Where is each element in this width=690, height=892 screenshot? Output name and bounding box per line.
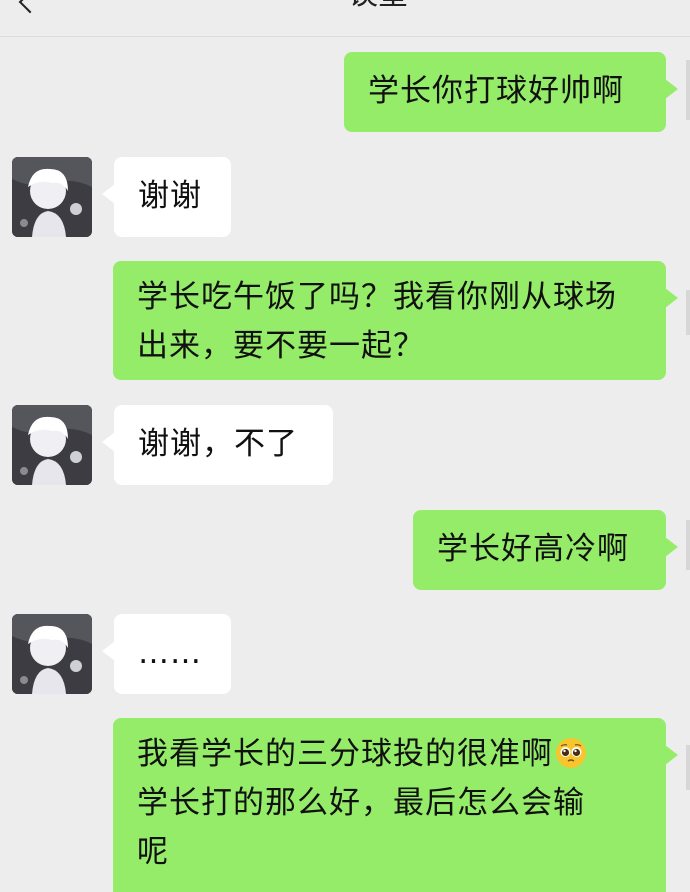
message-text: 谢谢 bbox=[138, 178, 202, 214]
message-bubble-received[interactable]: 谢谢 bbox=[102, 157, 231, 237]
scroll-edge-marker bbox=[686, 60, 690, 120]
message-text-line: 我看学长的三分球投的很准啊 bbox=[137, 730, 642, 779]
message-text: 出来，要不要一起？ bbox=[137, 328, 425, 364]
message-bubble-sent[interactable]: 学长好高冷啊 bbox=[413, 510, 678, 590]
message-bubble-received[interactable]: …… bbox=[102, 614, 231, 694]
message-text: 学长好高冷啊 bbox=[437, 531, 629, 567]
message-text: 呢 bbox=[137, 834, 169, 870]
contact-avatar[interactable] bbox=[12, 614, 92, 694]
contact-avatar[interactable] bbox=[12, 157, 92, 237]
message-bubble-sent[interactable]: 学长吃午饭了吗？我看你刚从球场 出来，要不要一起？ bbox=[113, 261, 678, 380]
scroll-edge-marker bbox=[686, 745, 690, 790]
chat-title: 谈皇 bbox=[348, 0, 408, 10]
chat-screen: 谈皇 学长你打球好帅啊 谢谢 学长吃午饭了吗？我看你刚从球场 出来，要不要一起？ bbox=[0, 0, 690, 892]
message-bubble-sent[interactable]: 我看学长的三分球投的很准啊 学长打的那么好，最后怎么会输 呢 bbox=[113, 718, 678, 892]
scroll-edge-marker bbox=[686, 290, 690, 335]
chat-header: 谈皇 bbox=[0, 0, 690, 37]
message-text: 我看学长的三分球投的很准啊 bbox=[137, 736, 553, 772]
message-text: 学长打的那么好，最后怎么会输 bbox=[137, 785, 585, 821]
scroll-edge-marker bbox=[686, 520, 690, 570]
message-text: …… bbox=[138, 635, 202, 671]
message-text: 学长你打球好帅啊 bbox=[368, 73, 624, 109]
message-text: 学长吃午饭了吗？我看你刚从球场 bbox=[137, 279, 617, 315]
contact-avatar[interactable] bbox=[12, 405, 92, 485]
message-bubble-received[interactable]: 谢谢，不了 bbox=[102, 405, 333, 485]
message-bubble-sent[interactable]: 学长你打球好帅啊 bbox=[344, 52, 678, 132]
pleading-face-emoji-icon bbox=[556, 738, 586, 768]
message-text: 谢谢，不了 bbox=[138, 426, 298, 462]
back-arrow-icon[interactable] bbox=[18, 0, 42, 14]
